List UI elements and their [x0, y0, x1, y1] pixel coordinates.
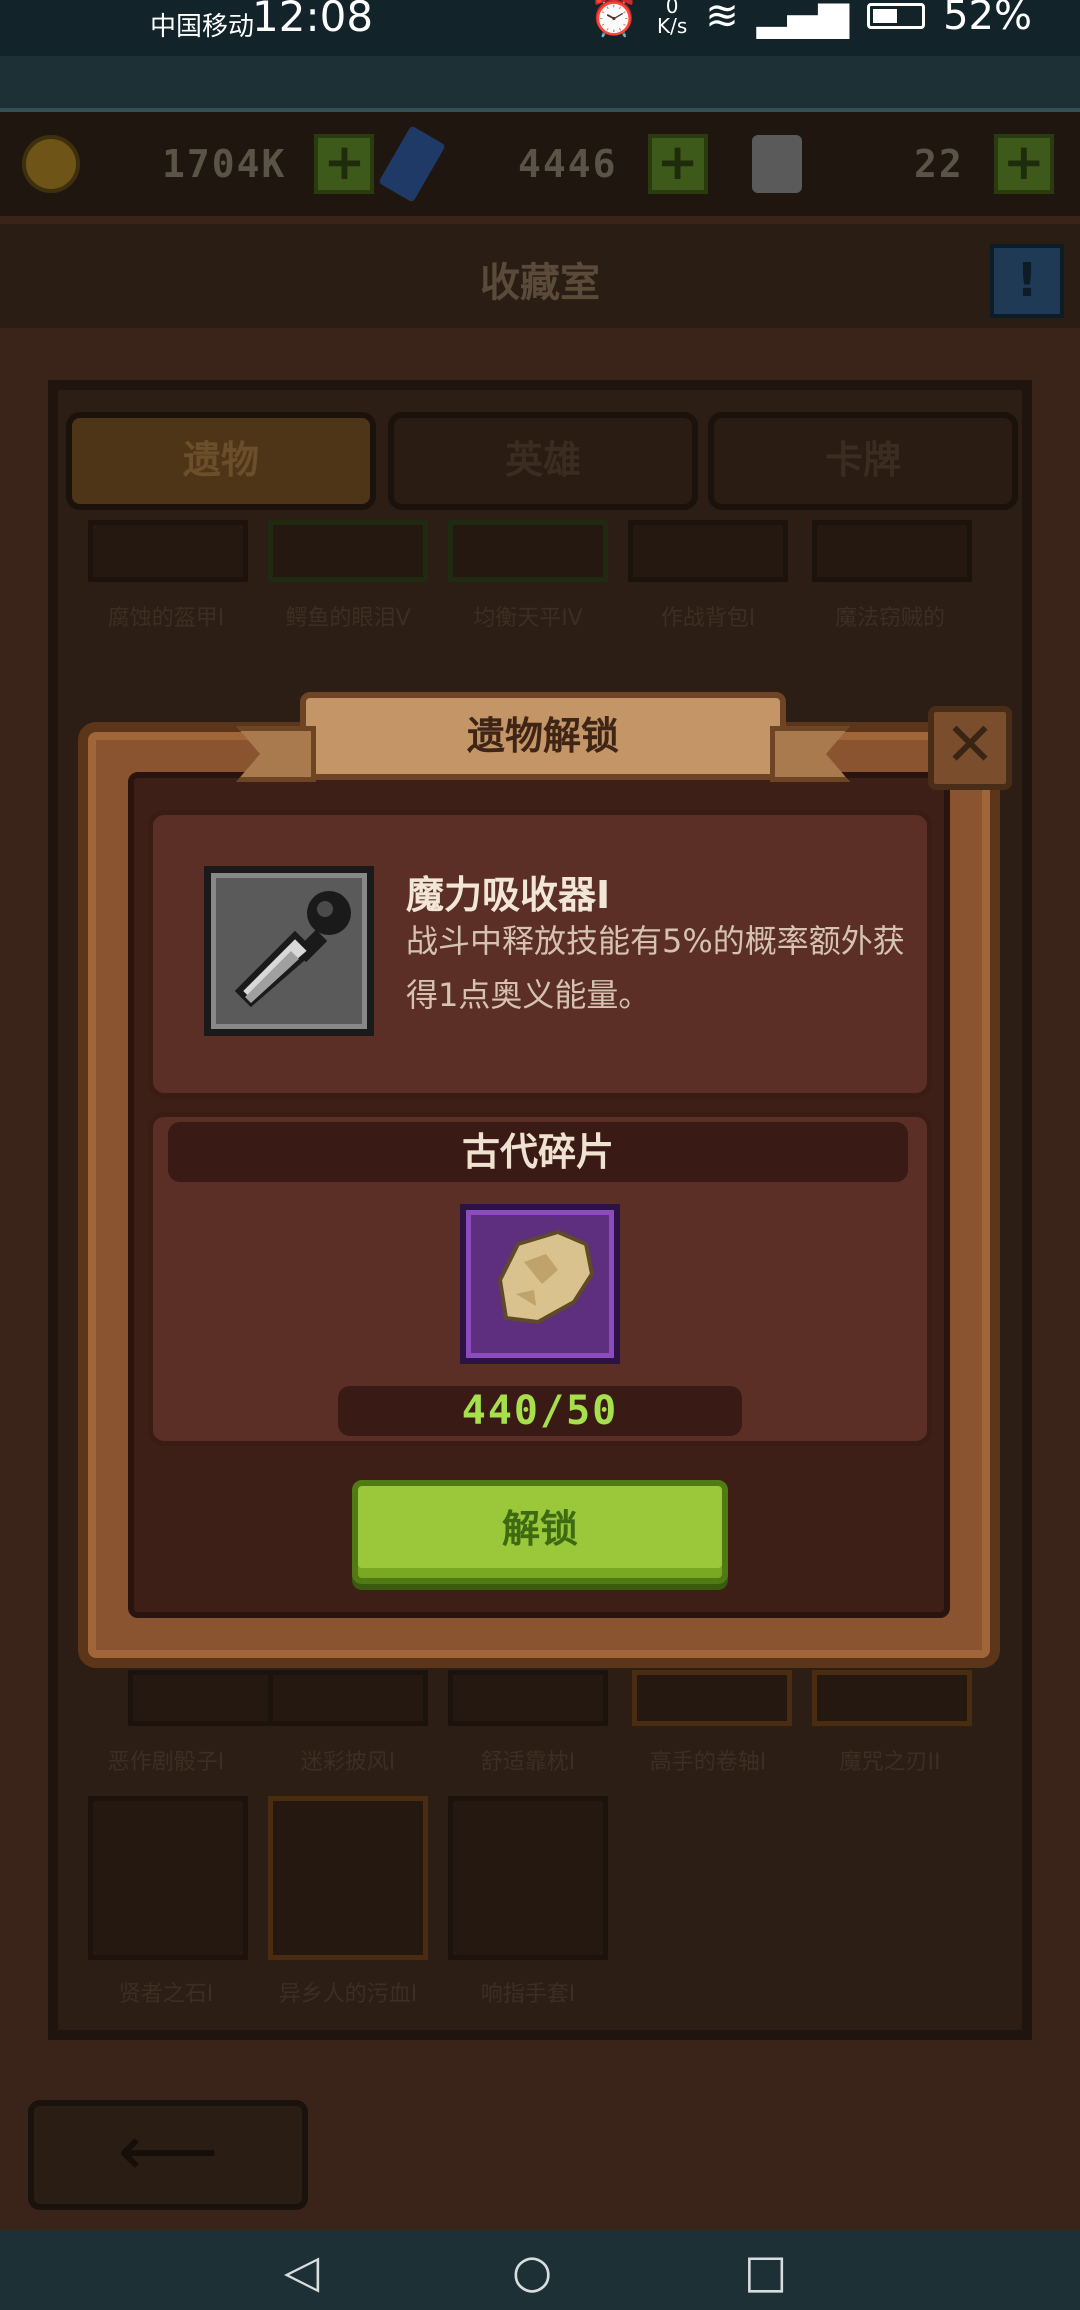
material-count: 440/50 — [338, 1386, 742, 1436]
gold-counter: 1704K + — [22, 132, 375, 196]
carrier-name: 中国移动 — [150, 12, 255, 42]
screen-header: 收藏室 ! — [0, 224, 1080, 328]
gem-icon — [378, 125, 446, 203]
relic-label: 恶作剧骰子I — [107, 1750, 225, 1775]
close-button[interactable]: ✕ — [928, 706, 1012, 790]
close-icon: ✕ — [944, 710, 996, 780]
gem-counter: 4446 + — [378, 125, 708, 203]
nav-back-icon[interactable]: ◁ — [284, 2248, 319, 2294]
relic-label: 响指手套I — [480, 1982, 576, 2007]
relic-slot[interactable] — [448, 1670, 608, 1726]
relic-slot[interactable] — [632, 1670, 792, 1726]
tab-cards[interactable]: 卡牌 — [708, 412, 1018, 510]
relic-slot[interactable] — [268, 1670, 428, 1726]
tab-heroes[interactable]: 英雄 — [388, 412, 698, 510]
relic-slot[interactable] — [448, 1796, 608, 1960]
nav-recents-icon[interactable]: □ — [744, 2248, 787, 2294]
tab-relics[interactable]: 遗物 — [66, 412, 376, 510]
wifi-icon: ≋ — [705, 0, 739, 39]
gold-coin-icon — [22, 135, 80, 193]
help-button[interactable]: ! — [990, 244, 1064, 318]
bag-amount: 22 — [914, 142, 964, 186]
alarm-icon: ⏰ — [589, 0, 639, 39]
relic-label: 作战背包I — [660, 606, 756, 631]
status-icons: ⏰ 0 K/s ≋ ▂▄▆ 52% — [589, 0, 1032, 39]
system-nav-bar: ◁ ○ □ — [0, 2230, 1080, 2310]
relic-label: 贤者之石I — [118, 1982, 214, 2007]
bag-icon — [752, 135, 802, 193]
relic-label: 魔咒之刃II — [839, 1750, 941, 1775]
relic-name: 魔力吸收器I — [406, 873, 611, 917]
relic-label: 迷彩披风I — [300, 1750, 396, 1775]
syringe-icon — [204, 866, 374, 1036]
relic-slot[interactable] — [812, 1670, 972, 1726]
relic-slot[interactable] — [448, 520, 608, 582]
nav-home-icon[interactable]: ○ — [512, 2248, 552, 2294]
relic-slot[interactable] — [268, 1796, 428, 1960]
gem-amount: 4446 — [518, 142, 618, 186]
back-button[interactable]: ⟵ — [28, 2100, 308, 2210]
battery-icon — [867, 2, 926, 29]
relic-description: 战斗中释放技能有5%的概率额外获得1点奥义能量。 — [406, 922, 905, 1014]
currency-bar: 1704K + 4446 + 22 + — [0, 112, 1080, 216]
dialog-title-ribbon: 遗物解锁 — [300, 692, 786, 780]
relic-slot[interactable] — [88, 1796, 248, 1960]
ancient-fragment-icon — [460, 1204, 620, 1364]
clock: 12:08 — [252, 0, 374, 41]
bag-counter: 22 + — [752, 132, 1054, 196]
back-arrow-icon: ⟵ — [117, 2110, 219, 2192]
dialog-title: 遗物解锁 — [466, 714, 619, 758]
relic-slot[interactable] — [628, 520, 788, 582]
add-gem-button[interactable]: + — [647, 134, 708, 194]
collection-tabs: 遗物 英雄 卡牌 — [62, 412, 1022, 510]
relic-slot[interactable] — [812, 520, 972, 582]
add-gold-button[interactable]: + — [314, 134, 375, 194]
relic-label: 异乡人的污血I — [278, 1982, 418, 2007]
relic-label: 腐蚀的盔甲I — [107, 606, 225, 631]
relic-label: 均衡天平IV — [473, 606, 583, 631]
material-title: 古代碎片 — [168, 1122, 908, 1182]
status-bar: 中国移动 12:08 ⏰ 0 K/s ≋ ▂▄▆ 52% — [0, 0, 1080, 56]
app-top-strip — [0, 56, 1080, 112]
add-bag-button[interactable]: + — [993, 134, 1054, 194]
unlock-button[interactable]: 解锁 — [352, 1480, 728, 1584]
relic-label: 高手的卷轴I — [649, 1750, 767, 1775]
gold-amount: 1704K — [162, 142, 287, 186]
relic-slot[interactable] — [88, 520, 248, 582]
relic-slot[interactable] — [128, 1670, 288, 1726]
page-title: 收藏室 — [480, 260, 600, 306]
relic-slot[interactable] — [268, 520, 428, 582]
battery-percent: 52% — [943, 0, 1032, 39]
signal-icon: ▂▄▆ — [756, 0, 850, 39]
relic-label: 鳄鱼的眼泪V — [285, 606, 411, 631]
net-speed: 0 K/s — [657, 0, 688, 38]
relic-label: 魔法窃贼的 — [834, 606, 945, 631]
relic-label: 舒适靠枕I — [480, 1750, 576, 1775]
